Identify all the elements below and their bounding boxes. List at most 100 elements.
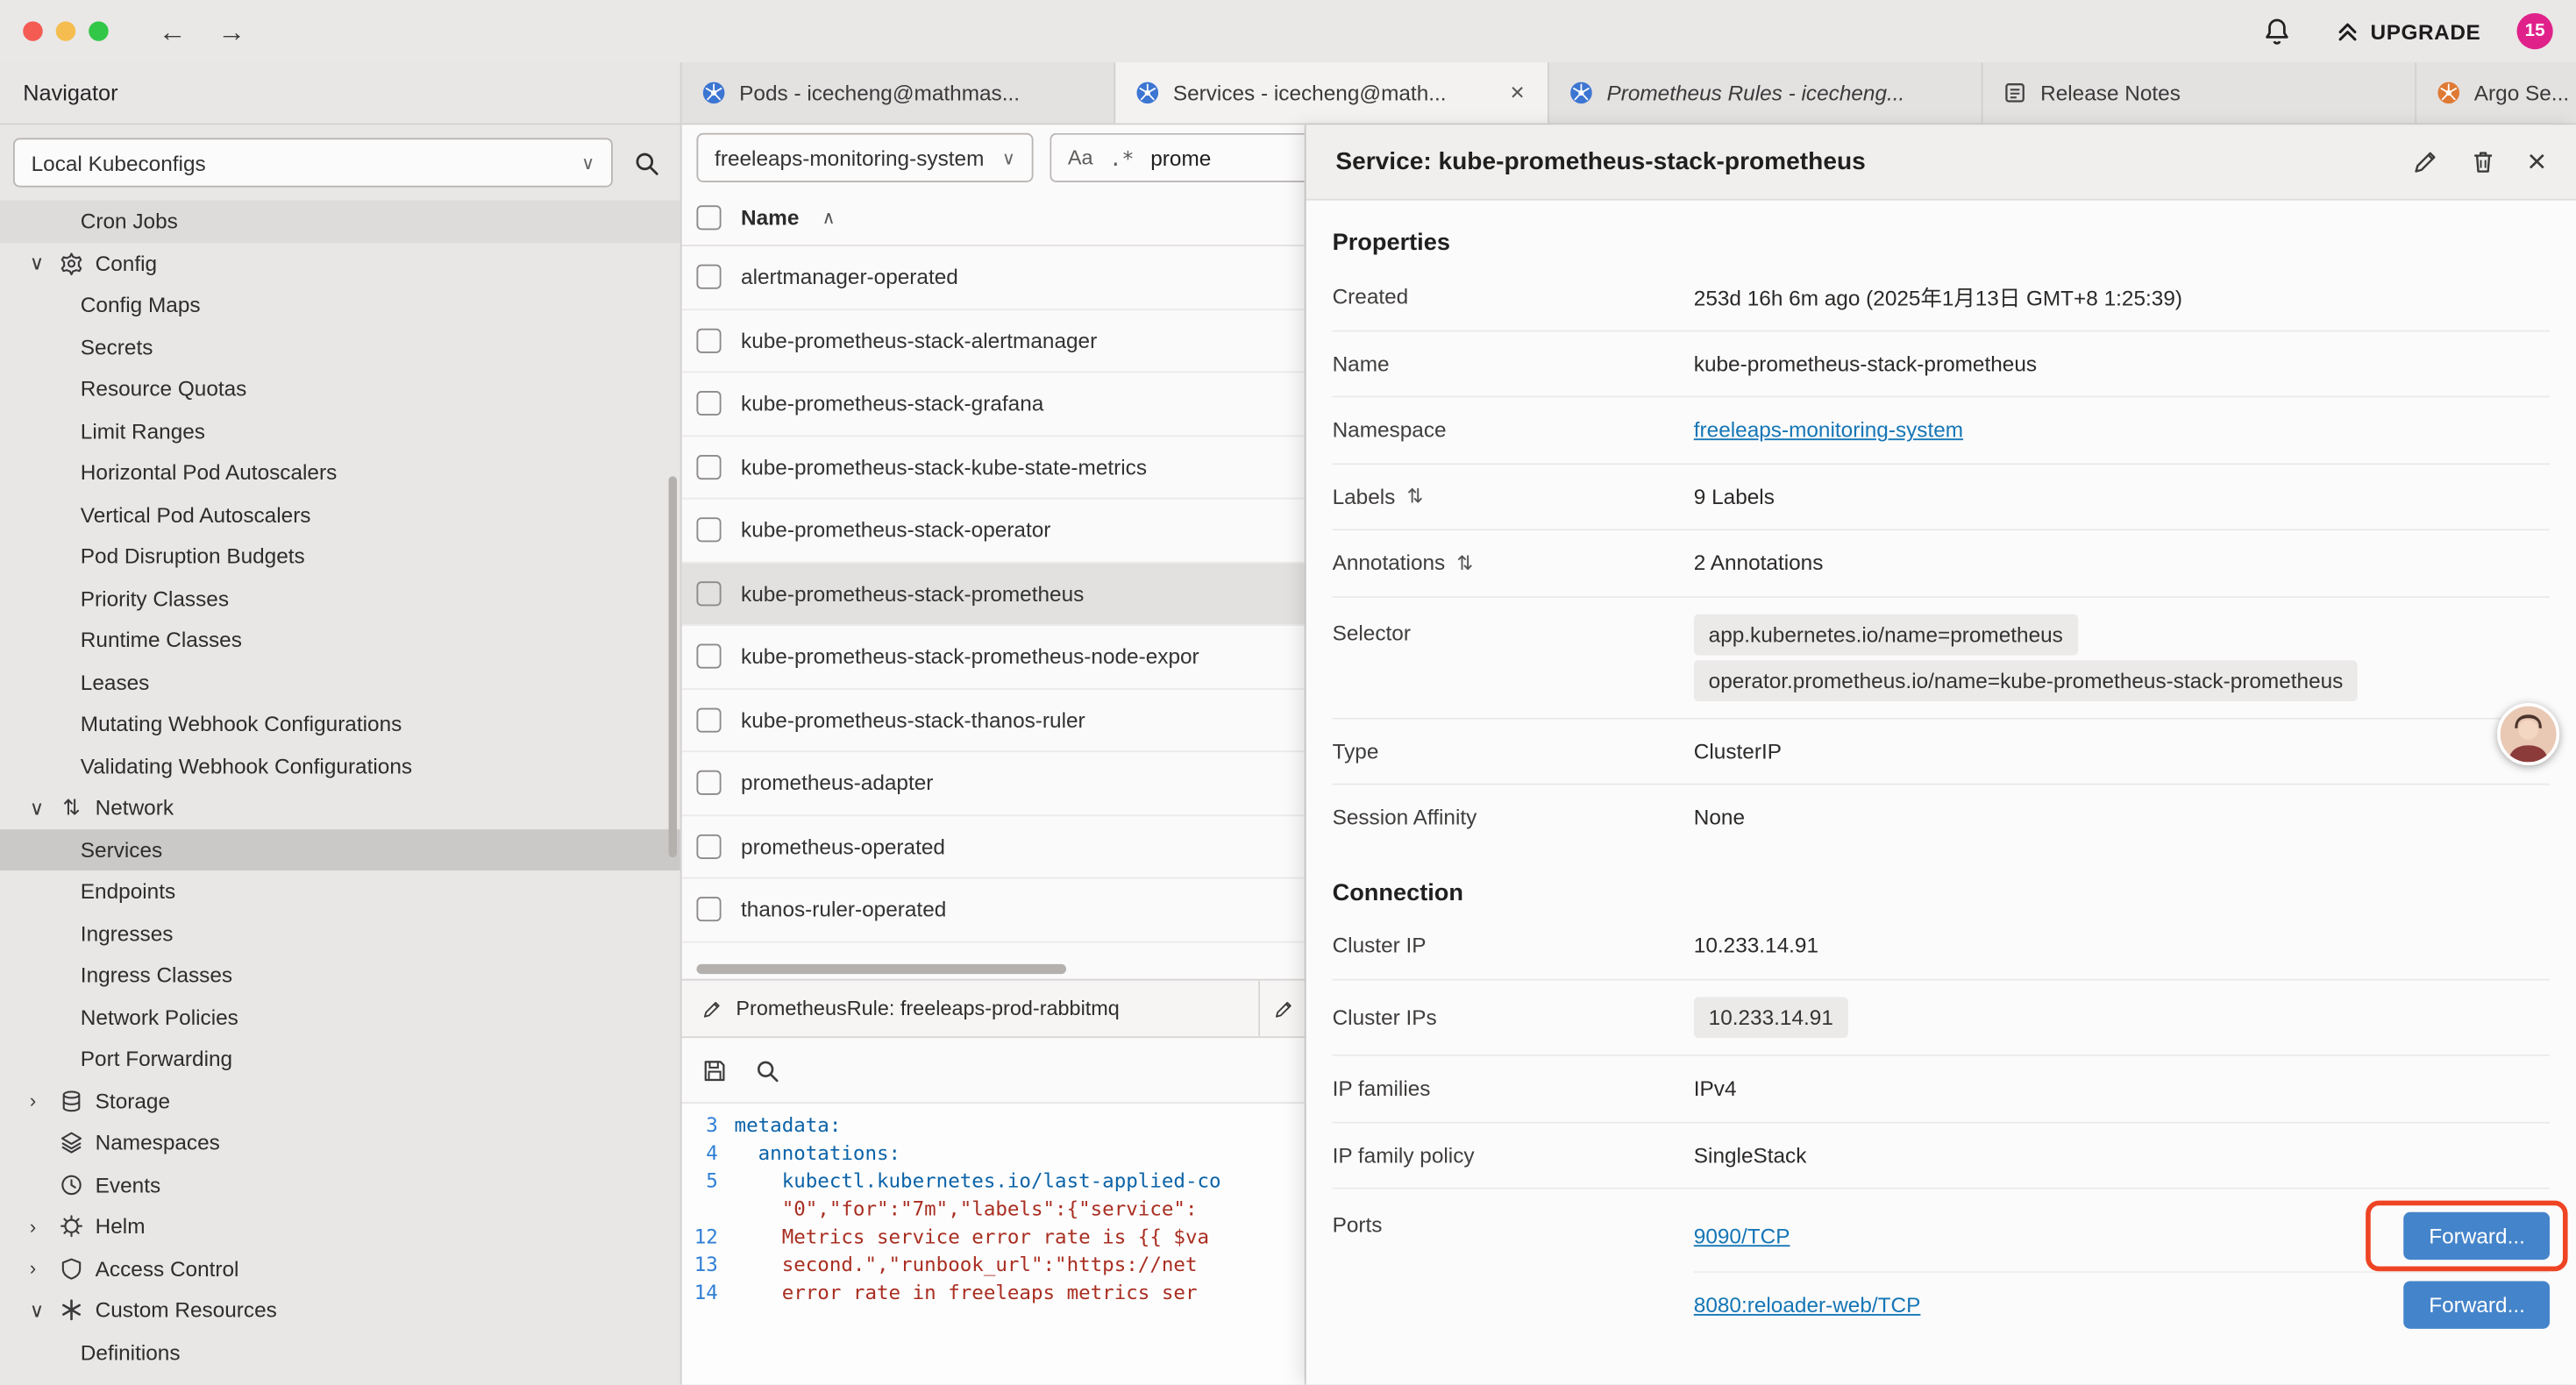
row-checkbox[interactable] — [696, 265, 721, 289]
table-row-kube-prometheus-stack-prometheus-node-expor[interactable]: kube-prometheus-stack-prometheus-node-ex… — [682, 626, 1305, 689]
dock-tab-partial[interactable] — [1260, 981, 1305, 1037]
sidebar-item-config[interactable]: ∨Config — [0, 242, 680, 284]
back-button[interactable]: ← — [151, 18, 194, 46]
sidebar-item-port-forwarding[interactable]: Port Forwarding — [0, 1038, 680, 1080]
tab-prometheus-rules-icecheng[interactable]: Prometheus Rules - icecheng... — [1549, 62, 1983, 123]
window-zoom-button[interactable] — [89, 21, 108, 40]
user-avatar[interactable] — [2497, 703, 2559, 765]
notification-count-badge[interactable]: 15 — [2517, 13, 2553, 49]
editor-search-icon[interactable] — [754, 1057, 780, 1083]
sidebar-item-helm[interactable]: ›Helm — [0, 1205, 680, 1247]
sidebar-search-button[interactable] — [632, 149, 660, 177]
row-checkbox[interactable] — [696, 328, 721, 352]
table-row-prometheus-operated[interactable]: prometheus-operated — [682, 815, 1305, 878]
tab-pods-icecheng-mathmas[interactable]: Pods - icecheng@mathmas... — [682, 62, 1116, 123]
save-icon[interactable] — [701, 1057, 728, 1083]
table-row-thanos-ruler-operated[interactable]: thanos-ruler-operated — [682, 878, 1305, 941]
sidebar-item-services[interactable]: Services — [0, 828, 680, 870]
chevron-down-icon[interactable]: ∨ — [30, 1299, 60, 1322]
table-row-kube-prometheus-stack-grafana[interactable]: kube-prometheus-stack-grafana — [682, 373, 1305, 436]
table-row-kube-prometheus-stack-kube-state-metrics[interactable]: kube-prometheus-stack-kube-state-metrics — [682, 436, 1305, 499]
regex-toggle[interactable]: .* — [1109, 146, 1134, 170]
sidebar-item-network[interactable]: ∨⇅Network — [0, 787, 680, 829]
sidebar-item-priority-classes[interactable]: Priority Classes — [0, 578, 680, 620]
sidebar-item-runtime-classes[interactable]: Runtime Classes — [0, 619, 680, 661]
row-checkbox[interactable] — [696, 898, 721, 922]
upgrade-button[interactable]: UPGRADE — [2334, 18, 2480, 45]
tab-release-notes[interactable]: Release Notes — [1983, 62, 2417, 123]
clock-icon — [59, 1172, 83, 1197]
port-link[interactable]: 9090/TCP — [1694, 1224, 1790, 1248]
namespace-link[interactable]: freeleaps-monitoring-system — [1694, 417, 1963, 442]
sidebar-item-horizontal-pod-autoscalers[interactable]: Horizontal Pod Autoscalers — [0, 451, 680, 494]
row-checkbox[interactable] — [696, 455, 721, 479]
sidebar-item-storage[interactable]: ›Storage — [0, 1080, 680, 1122]
chevron-down-icon[interactable]: ∨ — [30, 796, 60, 819]
port-link[interactable]: 8080:reloader-web/TCP — [1694, 1293, 1921, 1318]
chevron-right-icon[interactable]: › — [30, 1257, 60, 1280]
kubeconfig-select[interactable]: Local Kubeconfigs ∨ — [13, 138, 613, 187]
sidebar-item-leases[interactable]: Leases — [0, 661, 680, 703]
forward-button[interactable]: Forward... — [2404, 1212, 2550, 1260]
sort-toggle-icon[interactable]: ⇅ — [1406, 485, 1423, 508]
namespace-select[interactable]: freeleaps-monitoring-system ∨ — [696, 133, 1033, 182]
chevron-right-icon[interactable]: › — [30, 1090, 60, 1112]
editor-content[interactable]: 3metadata:4 annotations:5 kubectl.kubern… — [682, 1104, 1305, 1384]
sidebar-item-events[interactable]: Events — [0, 1164, 680, 1206]
row-checkbox[interactable] — [696, 581, 721, 606]
sidebar-item-cron-jobs[interactable]: Cron Jobs — [0, 201, 680, 243]
sidebar-item-config-maps[interactable]: Config Maps — [0, 284, 680, 326]
sidebar-item-ingresses[interactable]: Ingresses — [0, 913, 680, 955]
window-close-button[interactable] — [23, 21, 42, 40]
close-drawer-button[interactable]: × — [2527, 146, 2546, 178]
row-checkbox[interactable] — [696, 771, 721, 795]
chevron-down-icon[interactable]: ∨ — [30, 252, 60, 274]
table-row-prometheus-adapter[interactable]: prometheus-adapter — [682, 752, 1305, 815]
dock-tab-prometheusrule[interactable]: PrometheusRule: freeleaps-prod-rabbitmq — [682, 981, 1261, 1037]
forward-button[interactable]: → — [210, 18, 253, 46]
match-case-toggle[interactable]: Aa — [1068, 146, 1093, 169]
table-row-kube-prometheus-stack-thanos-ruler[interactable]: kube-prometheus-stack-thanos-ruler — [682, 689, 1305, 752]
table-row-alertmanager-operated[interactable]: alertmanager-operated — [682, 246, 1305, 309]
sidebar-item-network-policies[interactable]: Network Policies — [0, 996, 680, 1038]
table-row-kube-prometheus-stack-prometheus[interactable]: kube-prometheus-stack-prometheus — [682, 563, 1305, 626]
chevron-right-icon[interactable]: › — [30, 1215, 60, 1238]
notifications-bell-icon[interactable] — [2262, 17, 2292, 46]
column-header-name[interactable]: Name — [741, 205, 799, 230]
table-row-kube-prometheus-stack-operator[interactable]: kube-prometheus-stack-operator — [682, 500, 1305, 563]
row-checkbox[interactable] — [696, 644, 721, 669]
tab-services-icecheng-math[interactable]: Services - icecheng@math...× — [1115, 62, 1549, 123]
forward-button[interactable]: Forward... — [2404, 1281, 2550, 1328]
row-checkbox[interactable] — [696, 518, 721, 543]
sidebar-item-access-control[interactable]: ›Access Control — [0, 1247, 680, 1289]
close-tab-icon[interactable]: × — [1507, 79, 1528, 107]
sidebar-item-mutating-webhook-configurations[interactable]: Mutating Webhook Configurations — [0, 703, 680, 745]
sidebar-item-validating-webhook-configurations[interactable]: Validating Webhook Configurations — [0, 745, 680, 787]
select-all-checkbox[interactable] — [696, 205, 721, 230]
sidebar-item-custom-resources[interactable]: ∨Custom Resources — [0, 1289, 680, 1332]
sidebar-item-ingress-classes[interactable]: Ingress Classes — [0, 955, 680, 997]
sidebar-item-endpoints[interactable]: Endpoints — [0, 870, 680, 913]
sidebar-item-definitions[interactable]: Definitions — [0, 1332, 680, 1374]
sidebar-item-secrets[interactable]: Secrets — [0, 326, 680, 368]
search-input[interactable]: Aa .* prome — [1050, 133, 1304, 182]
sidebar-item-limit-ranges[interactable]: Limit Ranges — [0, 409, 680, 451]
row-checkbox[interactable] — [696, 707, 721, 732]
sidebar-item-vertical-pod-autoscalers[interactable]: Vertical Pod Autoscalers — [0, 494, 680, 536]
detail-value-text: kube-prometheus-stack-prometheus — [1694, 352, 2037, 376]
sort-toggle-icon[interactable]: ⇅ — [1456, 551, 1473, 574]
table-row-kube-prometheus-stack-alertmanager[interactable]: kube-prometheus-stack-alertmanager — [682, 309, 1305, 373]
tab-argo-se[interactable]: Argo Se... — [2416, 62, 2576, 123]
sidebar-item-namespaces[interactable]: Namespaces — [0, 1122, 680, 1164]
sidebar-item-resource-quotas[interactable]: Resource Quotas — [0, 368, 680, 410]
chevron-down-icon: ∨ — [1002, 147, 1015, 168]
window-minimize-button[interactable] — [56, 21, 75, 40]
sidebar-item-pod-disruption-budgets[interactable]: Pod Disruption Budgets — [0, 536, 680, 578]
sidebar-scrollbar-thumb[interactable] — [669, 476, 677, 857]
delete-service-button[interactable] — [2470, 148, 2498, 176]
horizontal-scrollbar-thumb[interactable] — [696, 964, 1066, 974]
edit-service-button[interactable] — [2412, 148, 2440, 176]
row-checkbox[interactable] — [696, 834, 721, 858]
row-checkbox[interactable] — [696, 391, 721, 416]
main-content: Local Kubeconfigs ∨ Cron Jobs∨ConfigConf… — [0, 124, 2576, 1384]
